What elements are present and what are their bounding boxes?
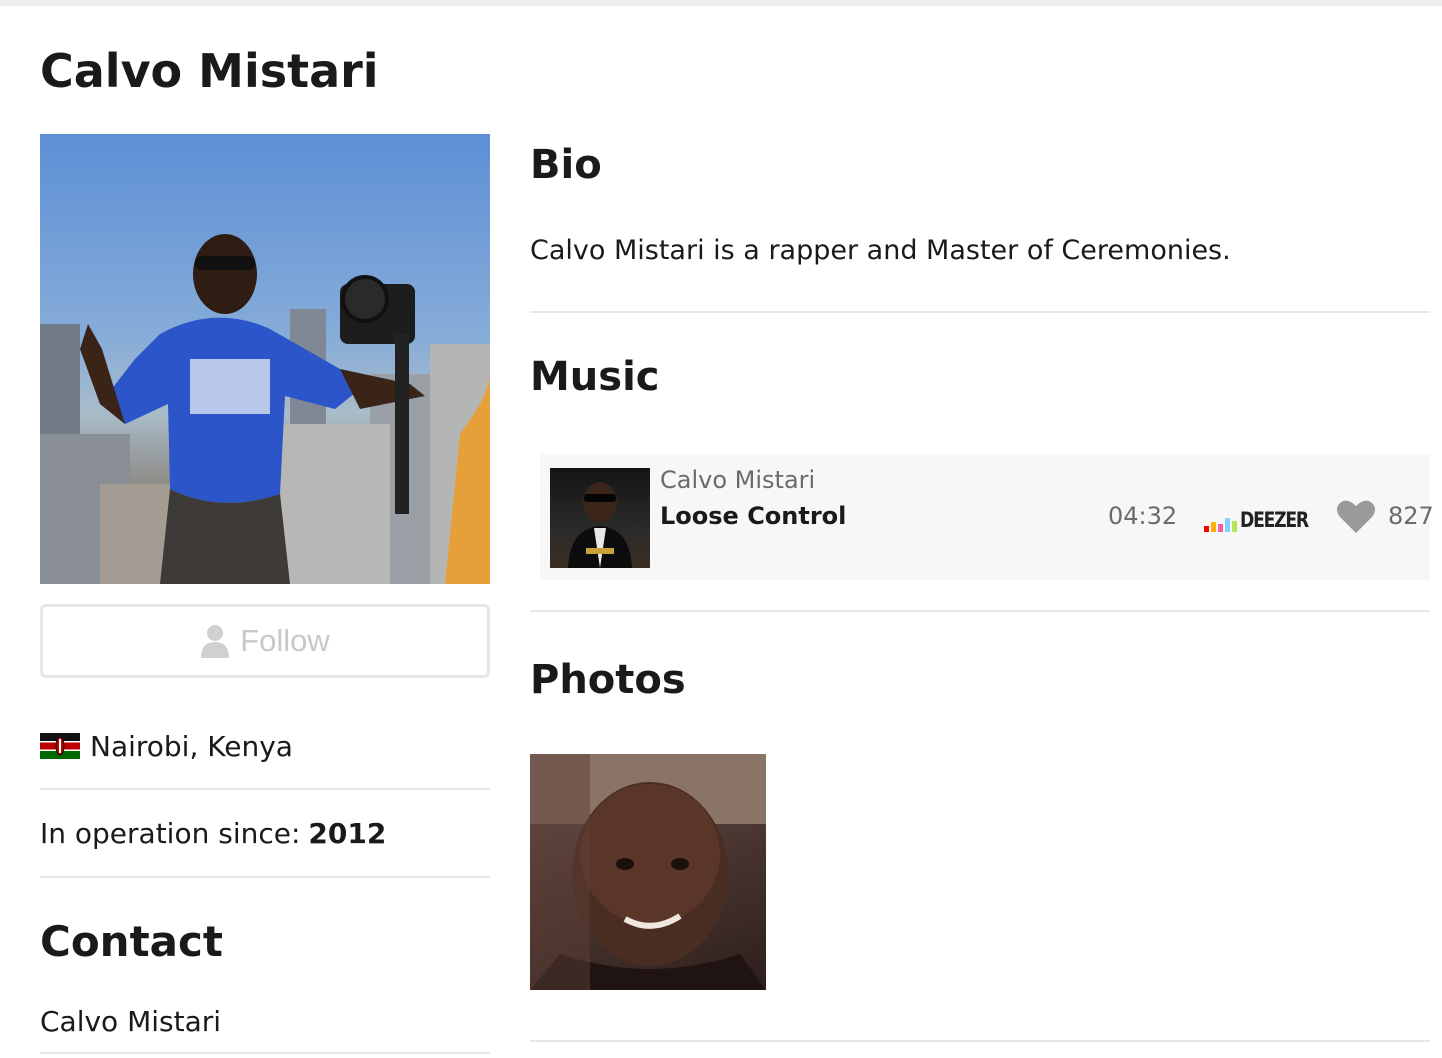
since-value: 2012 <box>308 816 387 850</box>
bio-section: Bio Calvo Mistari is a rapper and Master… <box>530 135 1430 313</box>
music-section: Music Calvo Mistari Loose Control 04:32 <box>530 313 1434 612</box>
contact-heading: Contact <box>40 917 223 966</box>
location-text: Nairobi, Kenya <box>90 729 293 763</box>
track-cover-art[interactable] <box>550 468 650 568</box>
deezer-equalizer-icon <box>1204 510 1237 532</box>
operation-since-row: In operation since: 2012 <box>40 790 490 878</box>
kenya-flag-icon <box>40 733 80 759</box>
heart-icon[interactable] <box>1336 498 1376 534</box>
track-row[interactable]: Calvo Mistari Loose Control 04:32 DEEZER… <box>540 454 1434 580</box>
photo-thumbnail[interactable] <box>530 754 766 990</box>
photos-heading: Photos <box>530 657 686 703</box>
top-divider <box>0 0 1442 6</box>
follow-button[interactable]: Follow <box>40 604 490 678</box>
page-title: Calvo Mistari <box>40 44 379 98</box>
location-row: Nairobi, Kenya <box>40 722 490 790</box>
user-icon <box>201 625 230 658</box>
like-count: 827 <box>1388 502 1434 530</box>
profile-photo[interactable] <box>40 134 490 584</box>
contact-name: Calvo Mistari <box>40 1000 490 1054</box>
track-title[interactable]: Loose Control <box>660 502 846 530</box>
provider-label: DEEZER <box>1240 508 1309 532</box>
since-label: In operation since: <box>40 816 301 850</box>
track-duration: 04:32 <box>1108 502 1178 530</box>
track-artist[interactable]: Calvo Mistari <box>660 466 815 494</box>
main-content: Bio Calvo Mistari is a rapper and Master… <box>530 134 1434 1042</box>
profile-sidebar: Follow Nairobi, Kenya In operation since… <box>40 134 490 1054</box>
photos-section: Photos <box>530 612 1430 1042</box>
bio-heading: Bio <box>530 142 602 188</box>
deezer-logo[interactable]: DEEZER <box>1204 504 1323 532</box>
music-heading: Music <box>530 354 660 400</box>
follow-label: Follow <box>240 623 330 658</box>
bio-text: Calvo Mistari is a rapper and Master of … <box>530 235 1231 266</box>
